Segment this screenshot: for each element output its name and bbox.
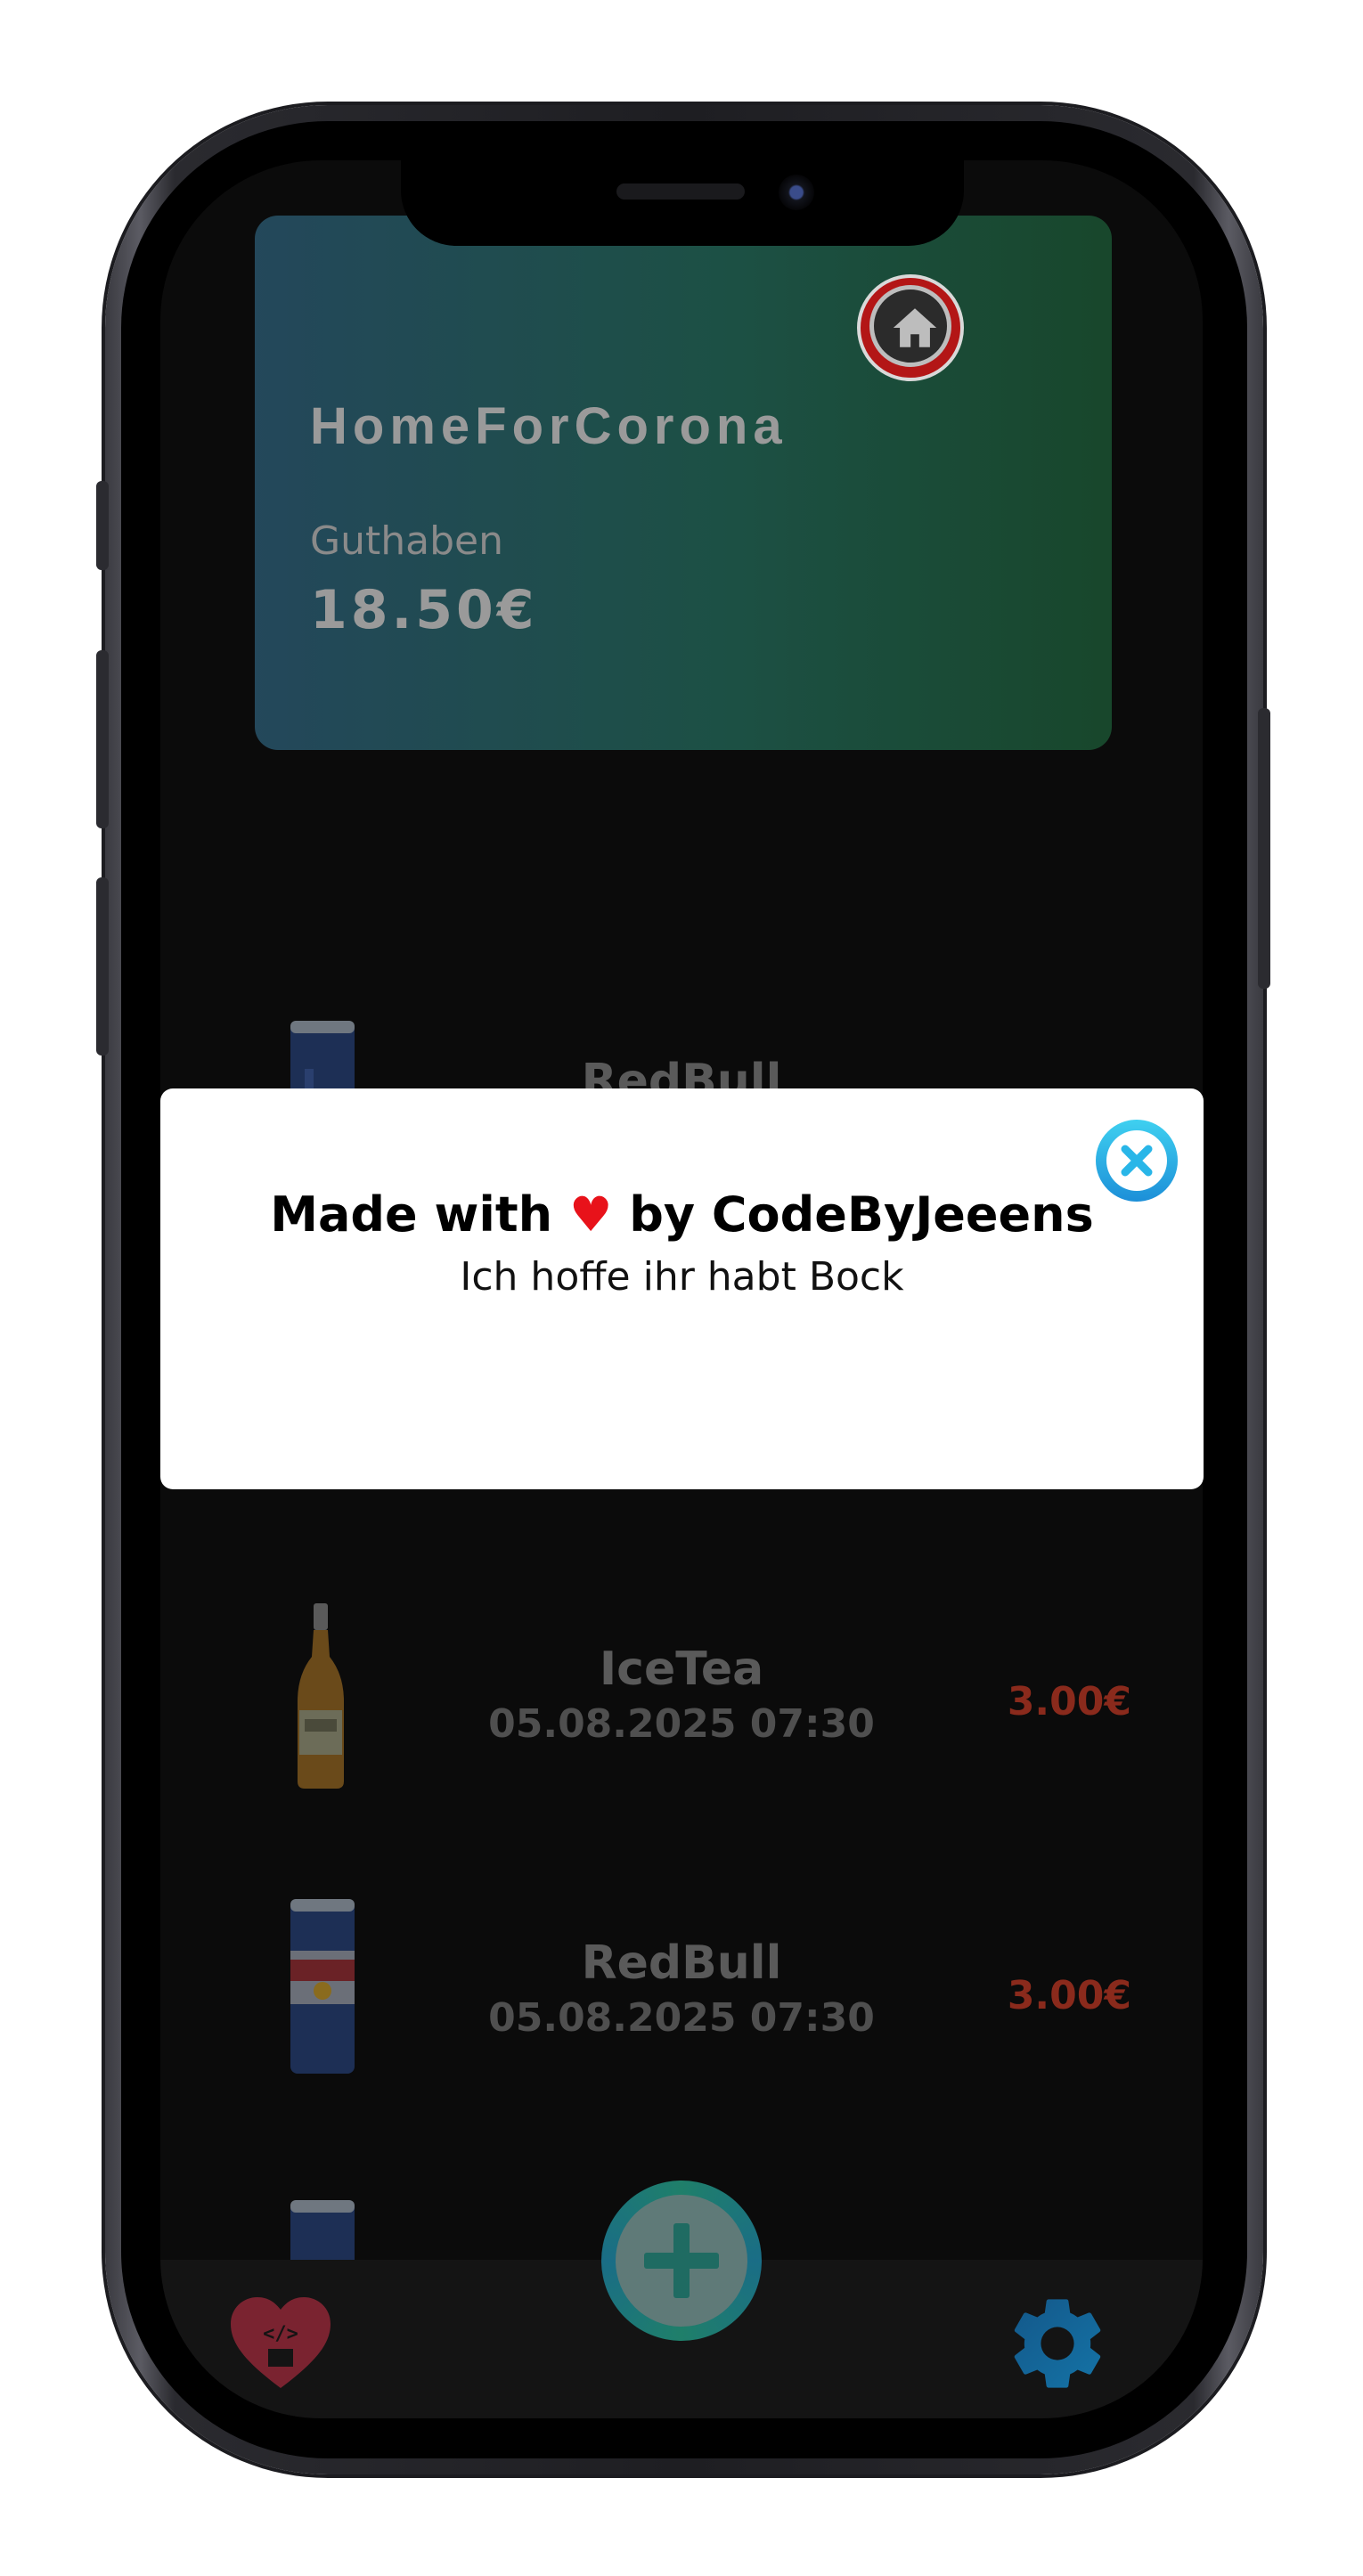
dialog-subtitle: Ich hoffe ihr habt Bock <box>460 1254 904 1300</box>
heart-icon: ♥ <box>568 1186 613 1243</box>
group-logo <box>857 274 964 381</box>
icetea-bottle-image <box>298 1603 344 1789</box>
volume-down-button <box>96 877 109 1056</box>
dialog-title: Made with ♥ by CodeByJeeens <box>160 1186 1204 1243</box>
dialog-title-suffix: by CodeByJeeens <box>629 1186 1094 1243</box>
home-icon <box>893 308 937 347</box>
transaction-price: 3.00€ <box>1007 1679 1131 1724</box>
dialog-title-prefix: Made with <box>270 1186 553 1243</box>
plus-icon <box>644 2223 719 2298</box>
group-card[interactable] <box>255 216 1112 750</box>
power-button <box>1258 708 1270 989</box>
group-title: HomeForCorona <box>310 397 788 455</box>
add-transaction-button[interactable] <box>601 2181 762 2341</box>
phone-speaker <box>616 183 745 200</box>
svg-text:</>: </> <box>263 2323 298 2345</box>
gear-icon[interactable] <box>1002 2288 1113 2399</box>
heart-code-icon[interactable]: </> <box>227 2295 334 2392</box>
balance-value: 18.50€ <box>310 579 538 641</box>
volume-up-button <box>96 650 109 828</box>
phone-camera <box>779 175 814 210</box>
transaction-price: 3.00€ <box>1007 1973 1131 2018</box>
transaction-item[interactable]: RedBull 05.08.2025 07:30 3.00€ <box>160 1897 1203 2102</box>
transaction-item[interactable]: IceTea 05.08.2025 07:30 3.00€ <box>160 1603 1203 1808</box>
balance-label: Guthaben <box>310 518 503 564</box>
phone-notch <box>401 160 964 246</box>
mute-switch <box>96 481 109 570</box>
about-dialog: Made with ♥ by CodeByJeeens Ich hoffe ih… <box>160 1088 1204 1489</box>
